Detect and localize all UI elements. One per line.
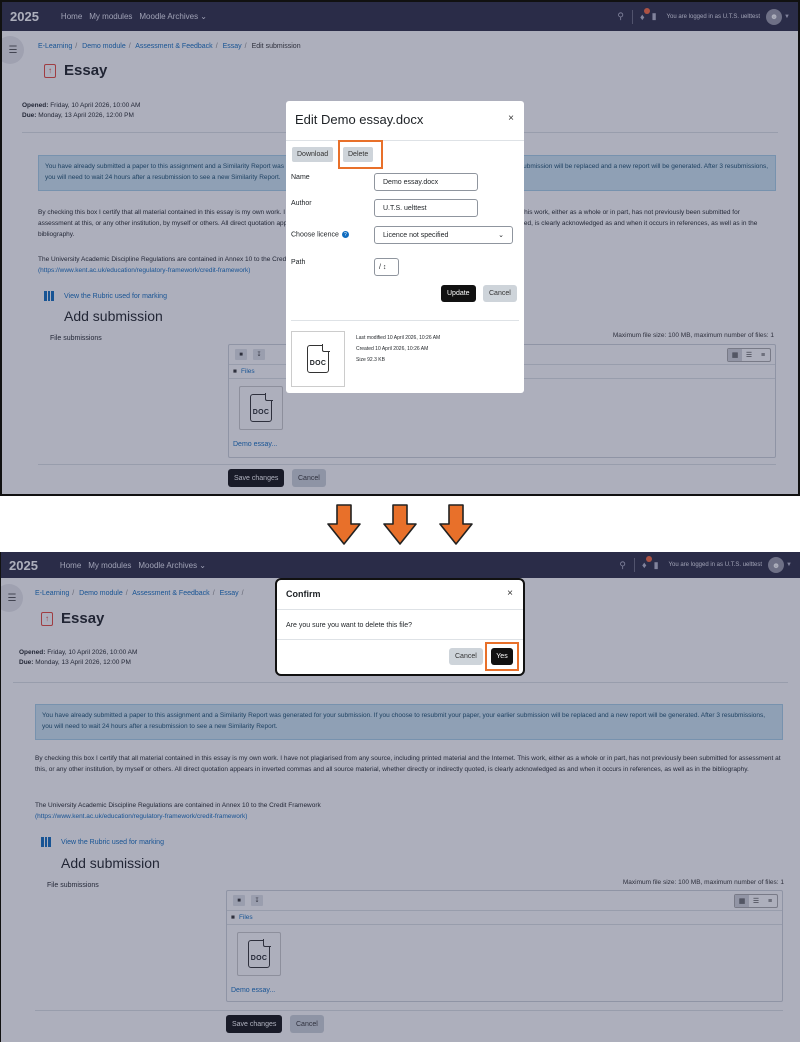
dialog-title: Confirm [286,589,321,599]
divider [277,639,523,640]
edit-file-dialog: Edit Demo essay.docx × Download Delete N… [286,101,524,393]
licence-select-value: Licence not specified [383,231,449,239]
close-icon[interactable]: × [507,588,513,599]
file-details: Last modified 10 April 2026, 10:26 AM Cr… [356,333,440,366]
confirm-dialog: Confirm × Are you sure you want to delet… [275,578,525,676]
dialog-title: Edit Demo essay.docx [295,112,424,127]
created: Created 10 April 2026, 10:26 AM [356,346,429,352]
file-size: Size 92.3 KB [356,357,385,363]
divider [291,320,519,321]
path-select[interactable]: / ↕ [374,258,399,276]
arrow-down-icon [439,504,473,545]
delete-highlight [338,140,383,169]
file-preview: DOC [291,331,345,387]
licence-label: Choose licence? [291,231,349,239]
yes-highlight [485,642,519,671]
screenshot-edit-file: 2025 Home My modules Moodle Archives ⌄ ⚲… [0,0,800,496]
confirm-cancel-button[interactable]: Cancel [449,648,483,665]
author-field[interactable]: U.T.S. uelttest [374,199,478,217]
confirm-message: Are you sure you want to delete this fil… [286,622,413,629]
screenshot-confirm-delete: 2025 Home My modules Moodle Archives ⌄ ⚲… [0,552,800,1042]
doc-file-icon: DOC [307,344,330,373]
author-label: Author [291,200,312,207]
close-icon[interactable]: × [508,113,514,124]
name-field[interactable]: Demo essay.docx [374,173,478,191]
arrow-down-icon [327,504,361,545]
dialog-cancel-button[interactable]: Cancel [483,285,517,302]
dialog-header: Confirm × [277,580,523,610]
chevron-down-icon: ⌄ [498,232,504,239]
path-label: Path [291,259,306,266]
update-button[interactable]: Update [441,285,476,302]
dialog-header: Edit Demo essay.docx × [286,101,524,141]
licence-select[interactable]: Licence not specified ⌄ [374,226,513,244]
name-label: Name [291,174,310,181]
last-modified: Last modified 10 April 2026, 10:26 AM [356,335,441,341]
download-button[interactable]: Download [292,147,334,162]
help-icon[interactable]: ? [341,231,349,238]
arrow-down-icon [383,504,417,545]
